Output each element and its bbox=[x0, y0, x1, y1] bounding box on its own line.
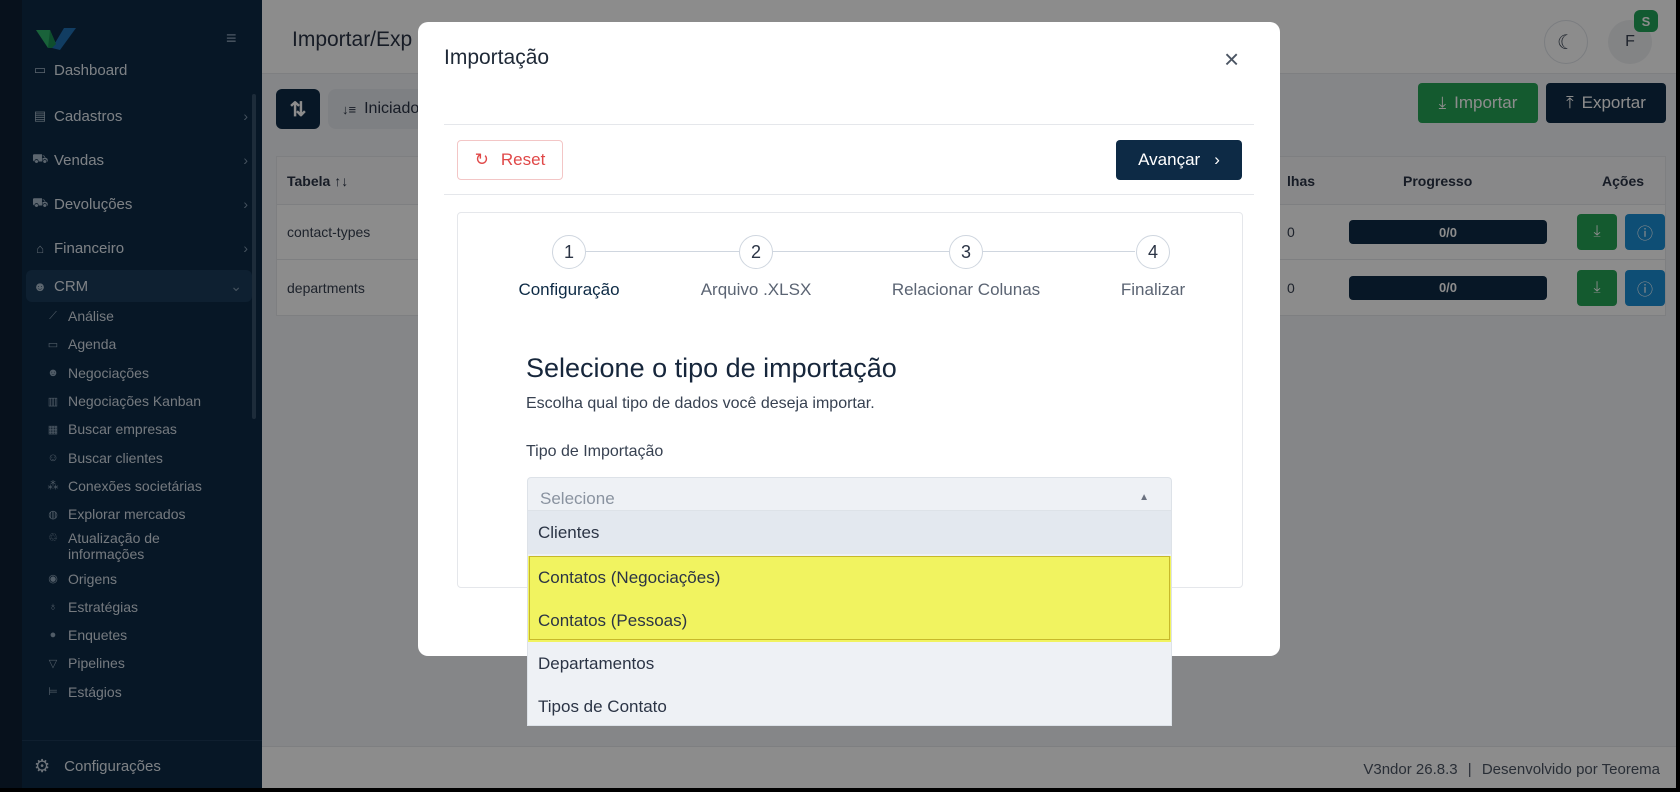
option-contatos-negociacoes[interactable]: Contatos (Negociações) bbox=[528, 556, 1171, 599]
step-2-label: Arquivo .XLSX bbox=[700, 280, 812, 299]
option-departamentos[interactable]: Departamentos bbox=[528, 642, 1171, 685]
divider bbox=[444, 194, 1254, 195]
refresh-icon: ↻ bbox=[474, 150, 489, 169]
reset-button-label: Reset bbox=[500, 150, 546, 169]
step-1-label: Configuração bbox=[518, 280, 620, 299]
import-type-label: Tipo de Importação bbox=[526, 443, 664, 460]
caret-up-icon: ▲ bbox=[1139, 492, 1149, 503]
screen-border bbox=[0, 788, 1680, 792]
section-title: Selecione o tipo de importação bbox=[526, 353, 897, 383]
step-2-circle[interactable]: 2 bbox=[739, 235, 773, 269]
chevron-right-icon: › bbox=[1214, 150, 1220, 169]
option-label: Contatos (Pessoas) bbox=[538, 610, 688, 630]
step-3-label: Relacionar Colunas bbox=[891, 280, 1041, 299]
option-tipos-contato[interactable]: Tipos de Contato bbox=[528, 685, 1171, 728]
option-contatos-pessoas[interactable]: Contatos (Pessoas) bbox=[528, 599, 1171, 642]
select-placeholder: Selecione bbox=[540, 489, 615, 508]
option-clientes[interactable]: Clientes bbox=[528, 511, 1171, 554]
close-icon[interactable]: × bbox=[1224, 46, 1239, 72]
reset-button[interactable]: ↻ Reset bbox=[457, 140, 563, 180]
step-4-label: Finalizar bbox=[1120, 280, 1186, 299]
divider bbox=[444, 124, 1254, 125]
modal-title: Importação bbox=[444, 46, 550, 69]
option-label: Tipos de Contato bbox=[538, 696, 667, 716]
option-label: Departamentos bbox=[538, 653, 655, 673]
option-label: Clientes bbox=[538, 522, 600, 542]
section-subtitle: Escolha qual tipo de dados você deseja i… bbox=[526, 395, 875, 412]
import-type-options: Clientes Contatos (Negociações) Contatos… bbox=[527, 510, 1172, 726]
next-button-label: Avançar bbox=[1138, 150, 1201, 169]
screen-border bbox=[1676, 0, 1680, 792]
step-3-circle[interactable]: 3 bbox=[949, 235, 983, 269]
next-button[interactable]: Avançar › bbox=[1116, 140, 1242, 180]
stepper-line bbox=[569, 251, 1135, 252]
step-4-circle[interactable]: 4 bbox=[1136, 235, 1170, 269]
option-label: Contatos (Negociações) bbox=[538, 567, 721, 587]
step-1-circle[interactable]: 1 bbox=[552, 235, 586, 269]
